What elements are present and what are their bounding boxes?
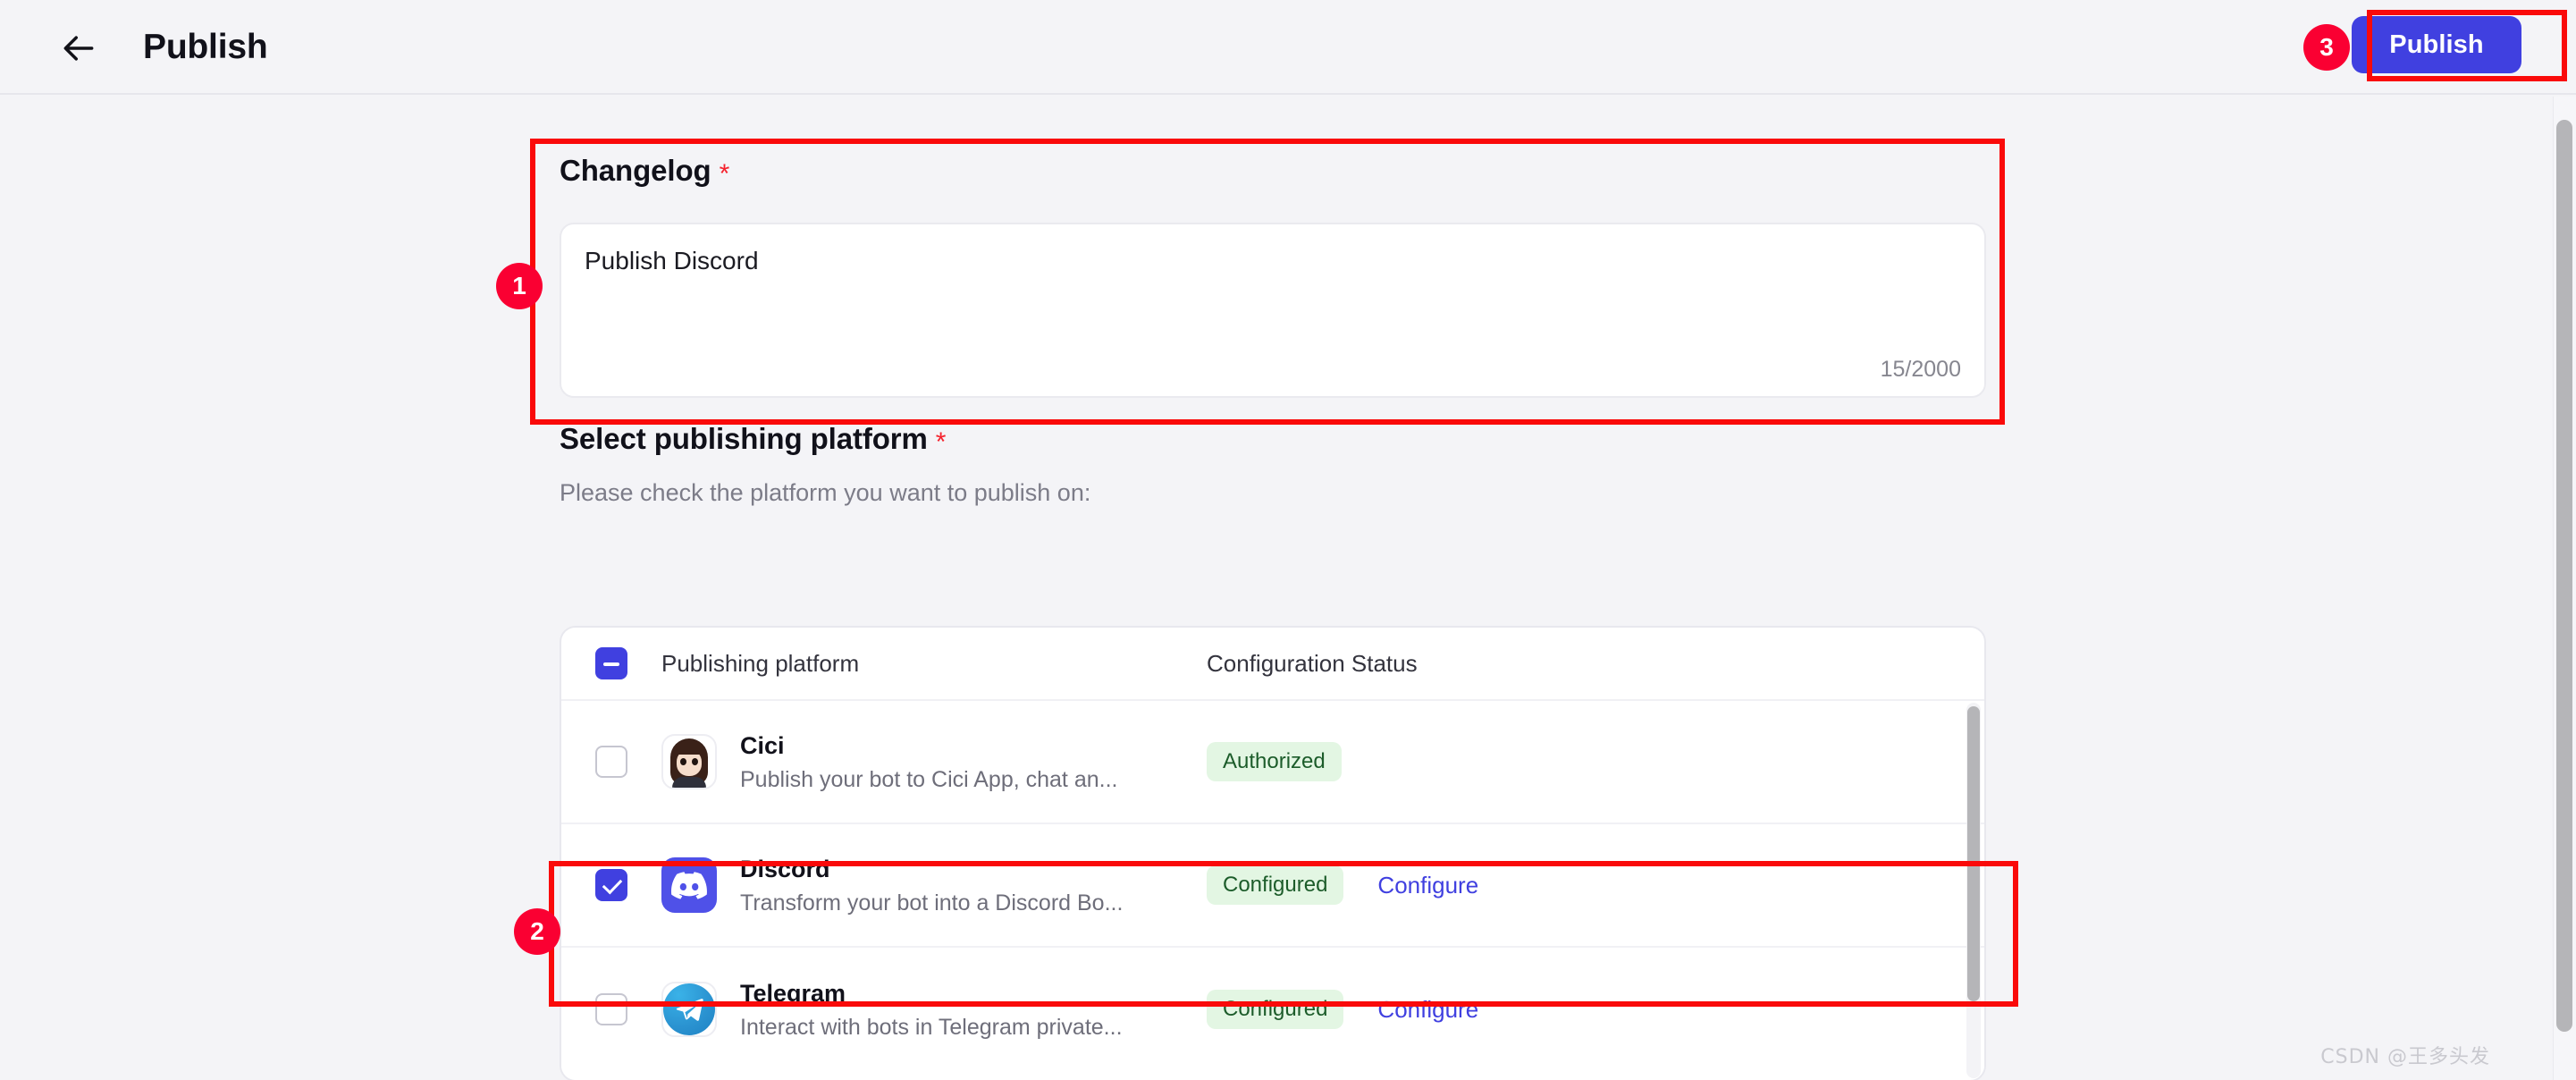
column-header-status: Configuration Status	[1207, 649, 1418, 677]
platform-description: Interact with bots in Telegram private..…	[740, 1014, 1123, 1040]
status-badge: Configured	[1207, 865, 1344, 905]
telegram-icon-frame	[661, 982, 717, 1037]
platform-section-header: Select publishing platform * Please check…	[560, 418, 1986, 510]
table-body: Cici Publish your bot to Cici App, chat …	[561, 701, 1984, 1080]
publish-button[interactable]: Publish	[2352, 16, 2521, 73]
platform-subtitle: Please check the platform you want to pu…	[560, 479, 1091, 506]
platform-name: Cici	[740, 731, 785, 759]
table-row[interactable]: Cici Publish your bot to Cici App, chat …	[561, 701, 1984, 824]
select-all-checkbox[interactable]	[595, 647, 627, 679]
changelog-value: Publish Discord	[585, 247, 759, 274]
table-header-row: Publishing platform Configuration Status	[561, 628, 1984, 701]
status-cell-telegram: Configured Configure	[1207, 990, 1761, 1029]
platform-description: Publish your bot to Cici App, chat an...	[740, 766, 1118, 792]
column-header-platform: Publishing platform	[661, 649, 860, 677]
page-scrollbar-thumb[interactable]	[2556, 120, 2572, 1032]
page-title: Publish	[143, 28, 268, 66]
required-asterisk: *	[935, 427, 947, 457]
platform-description: Transform your bot into a Discord Bo...	[740, 890, 1124, 915]
platform-cell-cici: Cici Publish your bot to Cici App, chat …	[661, 730, 1207, 794]
table-row[interactable]: Telegram Interact with bots in Telegram …	[561, 948, 1984, 1071]
changelog-input[interactable]: Publish Discord 15/2000	[560, 223, 1986, 398]
platform-name: Telegram	[740, 979, 846, 1007]
status-badge: Configured	[1207, 990, 1344, 1029]
discord-icon	[661, 857, 717, 913]
row-checkbox-cell	[561, 993, 661, 1025]
platform-text-cici: Cici Publish your bot to Cici App, chat …	[740, 730, 1117, 794]
status-cell-discord: Configured Configure	[1207, 865, 1761, 905]
changelog-section: Changelog * Publish Discord 15/2000	[560, 150, 1986, 398]
status-cell-cici: Authorized	[1207, 742, 1761, 781]
telegram-icon	[663, 983, 715, 1035]
changelog-heading: Changelog *	[560, 150, 1986, 195]
arrow-left-icon	[59, 29, 98, 68]
watermark: CSDN @王多头发	[2320, 1046, 2490, 1068]
status-badge: Authorized	[1207, 742, 1342, 781]
app-window: Publish Publish Changelog * Publish Disco…	[0, 0, 2576, 1080]
platform-cell-telegram: Telegram Interact with bots in Telegram …	[661, 978, 1207, 1042]
row-checkbox-cell	[561, 869, 661, 901]
table-row[interactable]: Discord Transform your bot into a Discor…	[561, 824, 1984, 948]
platform-text-telegram: Telegram Interact with bots in Telegram …	[740, 978, 1123, 1042]
platform-name: Discord	[740, 855, 830, 882]
platform-heading-text: Select publishing platform	[560, 422, 928, 455]
select-all-cell	[561, 647, 661, 679]
scroll-content: Changelog * Publish Discord 15/2000 Selec…	[0, 97, 2576, 1080]
changelog-heading-text: Changelog	[560, 154, 711, 187]
row-checkbox-cell	[561, 746, 661, 778]
platform-text-discord: Discord Transform your bot into a Discor…	[740, 854, 1123, 917]
table-scrollbar-thumb[interactable]	[1967, 706, 1980, 1001]
back-button[interactable]	[55, 25, 102, 72]
platform-heading: Select publishing platform *	[560, 418, 1986, 463]
page-header: Publish Publish	[0, 0, 2576, 95]
character-counter: 15/2000	[1880, 357, 1961, 382]
cici-avatar-icon	[661, 734, 717, 789]
row-checkbox-discord[interactable]	[595, 869, 627, 901]
required-asterisk: *	[719, 159, 730, 189]
platform-table: Publishing platform Configuration Status	[560, 626, 1986, 1080]
configure-link[interactable]: Configure	[1377, 996, 1478, 1024]
platform-cell-discord: Discord Transform your bot into a Discor…	[661, 854, 1207, 917]
row-checkbox-telegram[interactable]	[595, 993, 627, 1025]
configure-link[interactable]: Configure	[1377, 872, 1478, 899]
row-checkbox-cici[interactable]	[595, 746, 627, 778]
